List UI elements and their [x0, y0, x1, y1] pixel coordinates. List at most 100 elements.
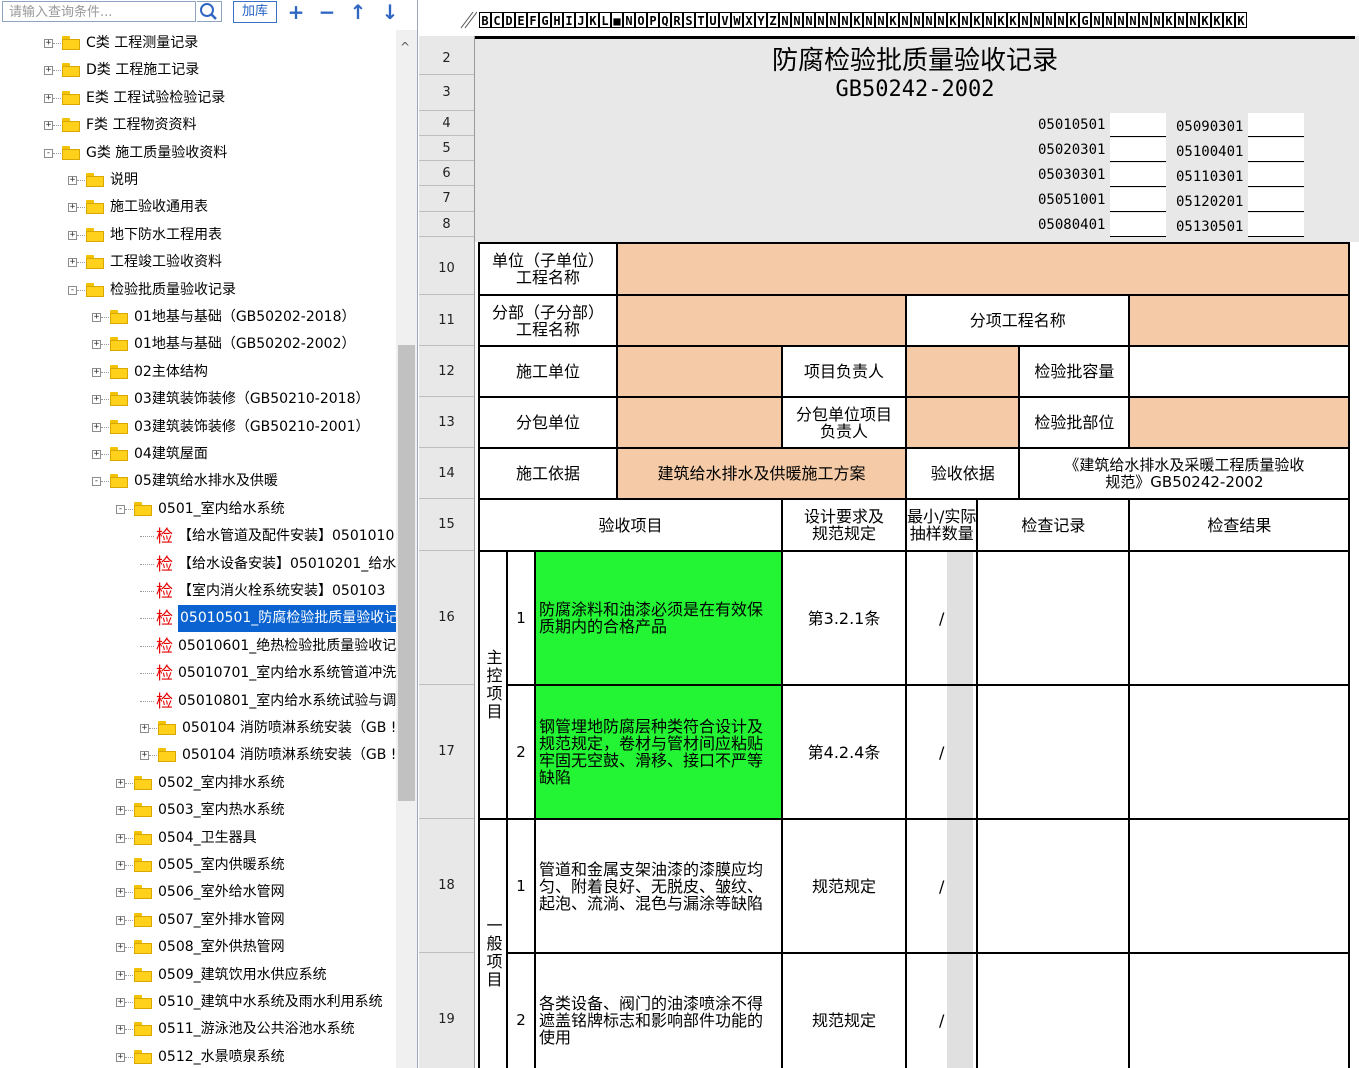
item-code-checkbox[interactable] — [1248, 138, 1304, 162]
tree-item-form[interactable]: 检【给水管道及配件安装】0501010 — [0, 523, 396, 550]
item-code-checkbox[interactable] — [1110, 138, 1166, 162]
row-header[interactable]: 4 — [419, 111, 474, 136]
column-header[interactable]: R — [671, 12, 683, 28]
expand-icon[interactable]: + — [116, 778, 125, 788]
column-header[interactable]: N — [827, 12, 839, 28]
column-header[interactable]: K — [1199, 12, 1211, 28]
column-header[interactable]: K — [851, 12, 863, 28]
tree-item-folder[interactable]: - 05建筑给水排水及供暖 — [0, 468, 396, 495]
tree-item-folder[interactable]: +0509_建筑饮用水供应系统 — [0, 962, 396, 989]
tree-item-folder[interactable]: +01地基与基础（GB50202-2002） — [0, 331, 396, 358]
row-header[interactable]: 6 — [419, 161, 474, 186]
column-header[interactable]: E — [515, 12, 527, 28]
item-sample-field[interactable]: / — [904, 952, 979, 1068]
expand-icon[interactable]: + — [68, 203, 77, 213]
column-header[interactable]: C — [491, 12, 503, 28]
column-header[interactable]: W — [731, 12, 743, 28]
tree-item-folder[interactable]: +02主体结构 — [0, 359, 396, 386]
collapse-icon[interactable]: - — [44, 148, 53, 158]
tree-item-folder[interactable]: +01地基与基础（GB50202-2018） — [0, 304, 396, 331]
tree-item-folder[interactable]: - 0501_室内给水系统 — [0, 496, 396, 523]
column-header[interactable]: N — [623, 12, 635, 28]
column-header[interactable]: N — [983, 12, 995, 28]
item-result-field[interactable] — [1128, 684, 1351, 820]
item-record-field[interactable] — [976, 684, 1131, 820]
tree-item-folder[interactable]: + C类 工程测量记录 — [0, 30, 396, 57]
column-header[interactable]: V — [719, 12, 731, 28]
item-record-field[interactable] — [976, 818, 1131, 954]
select-all-corner-icon[interactable] — [459, 8, 477, 30]
column-header[interactable]: N — [1043, 12, 1055, 28]
expand-icon[interactable]: + — [68, 176, 77, 185]
expand-icon[interactable]: + — [116, 1025, 125, 1035]
tree-item-folder[interactable]: +050104 消防喷淋系统安装（GB ! — [0, 715, 396, 742]
tree-item-folder[interactable]: +03建筑装饰装修（GB50210-2001） — [0, 414, 396, 441]
tree-item-folder[interactable]: +0508_室外供热管网 — [0, 934, 396, 961]
item-result-field[interactable] — [1128, 818, 1351, 954]
item-sample-field[interactable]: / — [904, 684, 979, 820]
expand-icon[interactable]: + — [92, 313, 101, 322]
collapse-icon[interactable]: - — [116, 504, 125, 514]
tree-item-folder[interactable]: +0504_卫生器具 — [0, 825, 396, 852]
tree-item-folder[interactable]: - G类 施工质量验收资料 — [0, 140, 396, 167]
expand-icon[interactable]: + — [116, 861, 125, 870]
subcontract-manager-field[interactable] — [904, 396, 1021, 449]
tree-item-folder[interactable]: + D类 工程施工记录 — [0, 57, 396, 84]
column-header[interactable]: N — [1019, 12, 1031, 28]
expand-icon[interactable]: + — [116, 915, 125, 925]
expand-icon[interactable]: + — [140, 751, 149, 761]
expand-icon[interactable]: + — [116, 943, 125, 953]
column-header[interactable]: Y — [755, 12, 767, 28]
column-header[interactable]: N — [911, 12, 923, 28]
column-header[interactable]: N — [1187, 12, 1199, 28]
column-header[interactable]: ■ — [611, 12, 623, 28]
project-manager-field[interactable] — [904, 345, 1021, 398]
tree-item-folder[interactable]: + E类 工程试验检验记录 — [0, 85, 396, 112]
tree-item-form[interactable]: 检 05010701_室内给水系统管道冲洗 — [0, 660, 396, 687]
tree-item-folder[interactable]: + 地下防水工程用表 — [0, 222, 396, 249]
item-design-clause[interactable]: 第3.2.1条 — [781, 550, 907, 686]
collapse-icon[interactable]: - — [68, 285, 77, 295]
column-header[interactable]: O — [635, 12, 647, 28]
expand-icon[interactable]: + — [140, 724, 149, 733]
column-header[interactable]: N — [923, 12, 935, 28]
item-design-clause[interactable]: 第4.2.4条 — [781, 684, 907, 820]
arrow-up-icon[interactable]: ↑ — [346, 0, 370, 24]
column-header[interactable]: D — [503, 12, 515, 28]
item-design-clause[interactable]: 规范规定 — [781, 952, 907, 1068]
expand-icon[interactable]: + — [116, 998, 125, 1007]
column-header[interactable]: N — [1055, 12, 1067, 28]
row-header[interactable]: 11 — [419, 295, 474, 346]
column-header[interactable]: T — [695, 12, 707, 28]
column-header[interactable]: F — [527, 12, 539, 28]
column-header[interactable]: I — [563, 12, 575, 28]
item-code-checkbox[interactable] — [1110, 113, 1166, 137]
column-header[interactable]: N — [1103, 12, 1115, 28]
tree-item-folder[interactable]: +0505_室内供暖系统 — [0, 852, 396, 879]
item-sample-field[interactable]: / — [904, 818, 979, 954]
row-header[interactable]: 3 — [419, 75, 474, 111]
column-header[interactable]: N — [779, 12, 791, 28]
tree-item-folder[interactable]: +0507_室外排水管网 — [0, 907, 396, 934]
expand-icon[interactable]: + — [92, 340, 101, 350]
tree-item-folder[interactable]: + F类 工程物资资料 — [0, 112, 396, 139]
row-header[interactable]: 5 — [419, 136, 474, 161]
column-header[interactable]: N — [1151, 12, 1163, 28]
row-header[interactable]: 8 — [419, 212, 474, 237]
tree-item-form[interactable]: 检【室内消火栓系统安装】050103 — [0, 578, 396, 605]
column-header[interactable]: N — [863, 12, 875, 28]
column-header[interactable]: X — [743, 12, 755, 28]
column-header[interactable]: K — [587, 12, 599, 28]
row-header[interactable]: 18 — [419, 819, 474, 953]
tree-item-folder[interactable]: +0511_游泳池及公共浴池水系统 — [0, 1016, 396, 1043]
column-header[interactable]: N — [791, 12, 803, 28]
column-header[interactable]: N — [935, 12, 947, 28]
batch-location-field[interactable] — [1128, 396, 1351, 449]
column-header[interactable]: K — [995, 12, 1007, 28]
tree-item-folder[interactable]: +0512_水景喷泉系统 — [0, 1044, 396, 1068]
tree-item-form[interactable]: 检 05010501_防腐检验批质量验收记 — [0, 605, 396, 633]
subitem-name-field[interactable] — [1128, 294, 1351, 347]
subcontract-unit-field[interactable] — [616, 396, 783, 449]
column-header[interactable]: N — [1031, 12, 1043, 28]
column-header[interactable]: K — [1235, 12, 1247, 28]
